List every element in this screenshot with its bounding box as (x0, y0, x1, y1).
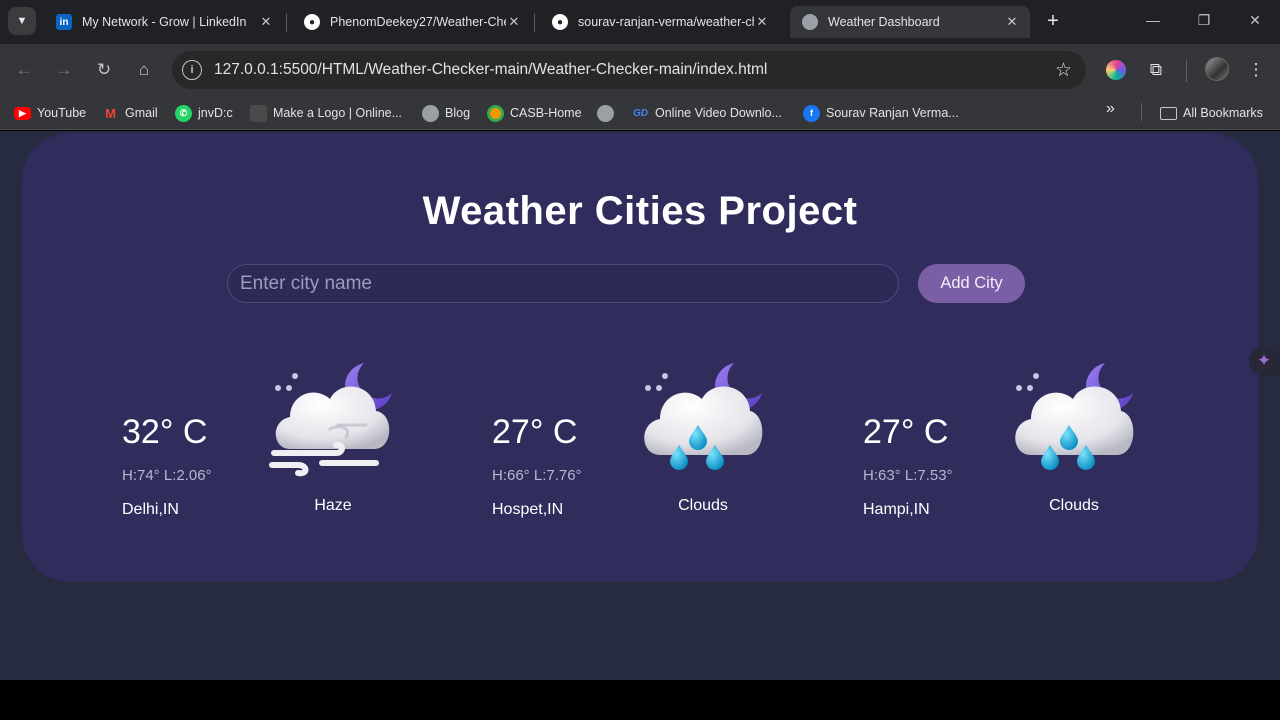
bookmark-label: All Bookmarks (1183, 106, 1263, 120)
high-low: H:63° L:7.53° (863, 467, 953, 484)
city-name: Hospet,IN (492, 501, 564, 518)
page-viewport: Weather Cities Project Add City 32° C H:… (0, 131, 1280, 680)
bookmark-video-downloader[interactable]: GD Online Video Downlo... (632, 102, 782, 124)
chevron-double-right-icon[interactable]: » (1106, 100, 1115, 118)
tab-label: PhenomDeekey27/Weather-Checker (330, 15, 506, 29)
github-icon: ● (304, 14, 320, 30)
casb-icon (487, 104, 504, 122)
close-icon[interactable]: ✕ (1004, 14, 1020, 30)
chevron-down-icon: ▼ (16, 15, 28, 27)
high-low: H:66° L:7.76° (492, 467, 582, 484)
globe-icon (597, 104, 614, 122)
bookmark-all-bookmarks[interactable]: All Bookmarks (1160, 102, 1263, 124)
github-icon: ● (552, 14, 568, 30)
globe-icon (802, 14, 818, 30)
bookmark-label: jnvD:c (198, 106, 233, 120)
condition-label: Haze (314, 497, 352, 514)
new-tab-button[interactable]: + (1042, 10, 1064, 33)
window-close-icon[interactable]: ✕ (1245, 12, 1265, 29)
bookmark-gmail[interactable]: M Gmail (102, 102, 158, 124)
address-bar[interactable]: i 127.0.0.1:5500/HTML/Weather-Checker-ma… (172, 51, 1086, 89)
linkedin-icon: in (56, 14, 72, 30)
site-info-icon[interactable]: i (182, 60, 202, 80)
back-icon[interactable]: ← (12, 58, 36, 82)
rain-night-icon (638, 359, 768, 477)
close-icon[interactable]: ✕ (506, 14, 522, 30)
city-name: Hampi,IN (863, 501, 930, 518)
bookmark-youtube[interactable]: ▶ YouTube (14, 102, 86, 124)
tab-github-phenomdeekey[interactable]: ● PhenomDeekey27/Weather-Checker ✕ (292, 6, 532, 38)
rain-night-icon (1009, 359, 1139, 477)
tab-weather-dashboard[interactable]: Weather Dashboard ✕ (790, 6, 1030, 38)
bookmark-facebook[interactable]: f Sourav Ranjan Verma... (803, 102, 959, 124)
bookmark-label: Online Video Downlo... (655, 106, 782, 120)
bookmark-globe[interactable] (597, 102, 620, 124)
bookmark-label: Sourav Ranjan Verma... (826, 106, 959, 120)
facebook-icon: f (803, 104, 820, 122)
tab-label: sourav-ranjan-verma/weather-checker (578, 15, 754, 29)
bookmark-label: Blog (445, 106, 471, 120)
bookmark-casb-home[interactable]: CASB-Home (487, 102, 582, 124)
whatsapp-icon: ✆ (175, 104, 192, 122)
city-name-input[interactable] (227, 264, 899, 303)
bookmarks-divider (1141, 103, 1142, 121)
browser-toolbar: ← → ↻ ⌂ i 127.0.0.1:5500/HTML/Weather-Ch… (0, 44, 1280, 96)
weather-item: 32° C H:74° L:2.06° Delhi,IN Haze (122, 359, 462, 529)
page-title: Weather Cities Project (422, 189, 858, 233)
tab-search-button[interactable]: ▼ (8, 7, 36, 35)
tab-github-sourav[interactable]: ● sourav-ranjan-verma/weather-checker ✕ (540, 6, 780, 38)
folder-icon (1160, 106, 1177, 120)
tab-strip: ▼ in My Network - Grow | LinkedIn ✕ ● Ph… (0, 0, 1280, 44)
restore-icon[interactable]: ❐ (1194, 12, 1214, 29)
bookmark-blog[interactable]: Blog (422, 102, 470, 124)
url-text[interactable]: 127.0.0.1:5500/HTML/Weather-Checker-main… (214, 61, 767, 79)
screen-bottom-bar (0, 680, 1280, 720)
weather-item: 27° C H:66° L:7.76° Hospet,IN Clouds (492, 359, 832, 529)
bookmark-label: Make a Logo | Online... (273, 106, 403, 120)
haze-night-icon (268, 359, 398, 477)
close-icon[interactable]: ✕ (754, 14, 770, 30)
youtube-icon: ▶ (14, 106, 31, 120)
video-downloader-icon: GD (633, 107, 648, 119)
home-icon[interactable]: ⌂ (132, 58, 156, 82)
globe-icon (422, 104, 439, 122)
bookmarks-bar: ▶ YouTube M Gmail ✆ jnvD:c Make a Logo |… (0, 96, 1280, 130)
bookmark-label: Gmail (125, 106, 158, 120)
weather-card: Weather Cities Project Add City 32° C H:… (22, 133, 1258, 582)
tab-separator (286, 14, 287, 32)
gmail-icon: M (105, 105, 116, 121)
profile-avatar[interactable] (1205, 57, 1229, 81)
extensions-puzzle-icon[interactable]: ⧉ (1144, 58, 1168, 82)
bookmark-star-icon[interactable]: ☆ (1055, 59, 1072, 82)
condition-label: Clouds (1049, 497, 1099, 514)
menu-kebab-icon[interactable]: ⋮ (1244, 58, 1268, 82)
tab-label: Weather Dashboard (828, 15, 940, 29)
bookmark-label: YouTube (37, 106, 87, 120)
tab-separator (534, 14, 535, 32)
tab-label: My Network - Grow | LinkedIn (82, 15, 247, 29)
toolbar-divider (1186, 60, 1187, 82)
temperature: 27° C (863, 413, 949, 451)
weather-item: 27° C H:63° L:7.53° Hampi,IN Clouds (863, 359, 1203, 529)
extension-icon[interactable] (1104, 58, 1128, 82)
city-name: Delhi,IN (122, 501, 179, 518)
bookmark-make-a-logo[interactable]: Make a Logo | Online... (250, 102, 402, 124)
reload-icon[interactable]: ↻ (92, 58, 116, 82)
forward-icon[interactable]: → (52, 58, 76, 82)
high-low: H:74° L:2.06° (122, 467, 212, 484)
temperature: 32° C (122, 413, 208, 451)
close-icon[interactable]: ✕ (258, 14, 274, 30)
add-city-button[interactable]: Add City (918, 264, 1025, 303)
minimize-icon[interactable]: — (1143, 12, 1163, 28)
sparkle-icon[interactable]: ✦ (1249, 346, 1279, 376)
condition-label: Clouds (678, 497, 728, 514)
temperature: 27° C (492, 413, 578, 451)
tab-linkedin[interactable]: in My Network - Grow | LinkedIn ✕ (44, 6, 284, 38)
bookmark-label: CASB-Home (510, 106, 582, 120)
bookmark-whatsapp[interactable]: ✆ jnvD:c (175, 102, 233, 124)
logo-maker-icon (250, 104, 267, 122)
